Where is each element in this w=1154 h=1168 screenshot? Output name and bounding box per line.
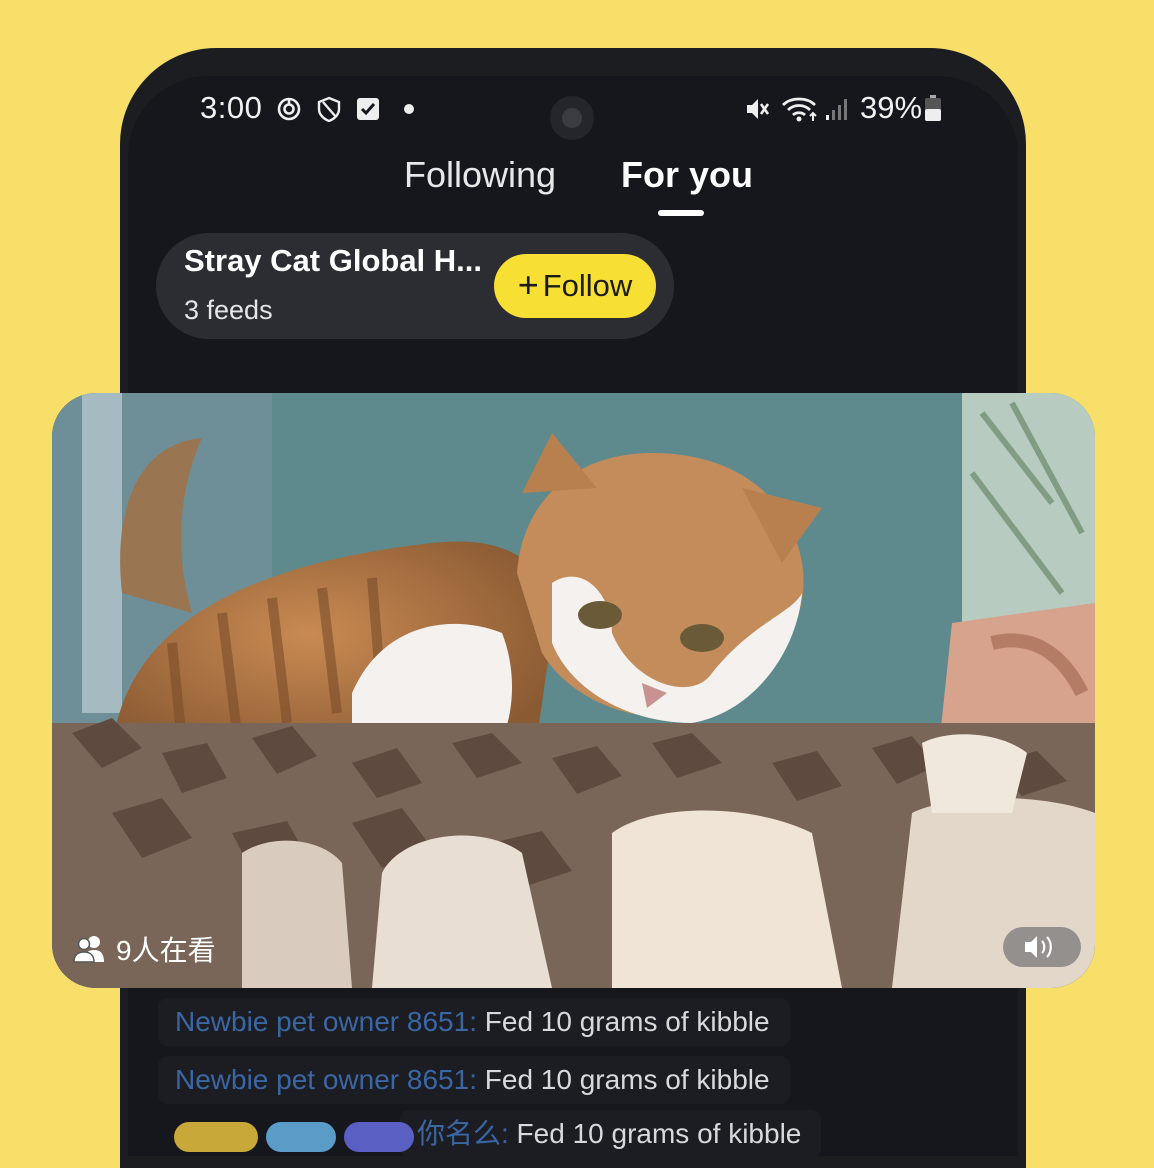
tab-following[interactable]: Following — [404, 154, 556, 196]
wifi-icon — [782, 97, 817, 122]
status-time: 3:00 — [200, 90, 263, 125]
active-tab-indicator — [658, 210, 704, 216]
circle-target-icon — [277, 97, 301, 121]
status-bar: 3:00 39% — [128, 76, 1018, 146]
plus-icon: + — [517, 263, 539, 305]
battery-icon — [925, 95, 941, 121]
chat-feed: Newbie pet owner 8651: Fed 10 grams of k… — [0, 988, 1154, 1158]
dot-icon — [404, 104, 414, 114]
chat-message: Newbie pet owner 8651: Fed 10 grams of k… — [158, 998, 790, 1046]
level-badge — [174, 1122, 258, 1152]
chat-message: Newbie pet owner 8651: Fed 10 grams of k… — [158, 1056, 790, 1104]
signal-icon — [826, 99, 847, 120]
chat-text: Fed 10 grams of kibble — [508, 1118, 802, 1149]
channel-card[interactable]: Stray Cat Global H... 3 feeds + Follow — [156, 233, 674, 339]
chat-text: Fed 10 grams of kibble — [476, 1064, 770, 1095]
people-icon — [73, 936, 104, 963]
chat-username[interactable]: Newbie pet owner 8651: — [175, 1006, 477, 1037]
viewer-count-label: 9人在看 — [116, 935, 216, 966]
cat-video-frame — [52, 393, 1095, 988]
front-camera — [550, 96, 594, 140]
channel-feeds-count: 3 feeds — [184, 295, 273, 325]
chat-username[interactable]: Newbie pet owner 8651: — [175, 1064, 477, 1095]
battery-percent: 39% — [860, 90, 923, 125]
channel-name: Stray Cat Global H... — [184, 243, 483, 278]
chat-text: Fed 10 grams of kibble — [476, 1006, 770, 1037]
pet-badge — [266, 1122, 336, 1152]
chat-message: 你名么: Fed 10 grams of kibble — [400, 1110, 822, 1158]
tab-for-you[interactable]: For you — [621, 154, 753, 196]
mute-icon — [747, 99, 770, 119]
viewer-count: 9人在看 — [72, 929, 216, 969]
shield-icon — [317, 96, 341, 122]
sound-toggle-button[interactable] — [1003, 927, 1081, 967]
speaker-icon — [1025, 936, 1052, 958]
follow-button[interactable]: + Follow — [494, 254, 656, 318]
rank-badge — [344, 1122, 414, 1152]
live-video[interactable]: 9人在看 — [52, 393, 1095, 988]
follow-label: Follow — [542, 268, 633, 303]
checkbox-icon — [357, 98, 379, 120]
chat-username[interactable]: 你名么: — [417, 1118, 509, 1149]
